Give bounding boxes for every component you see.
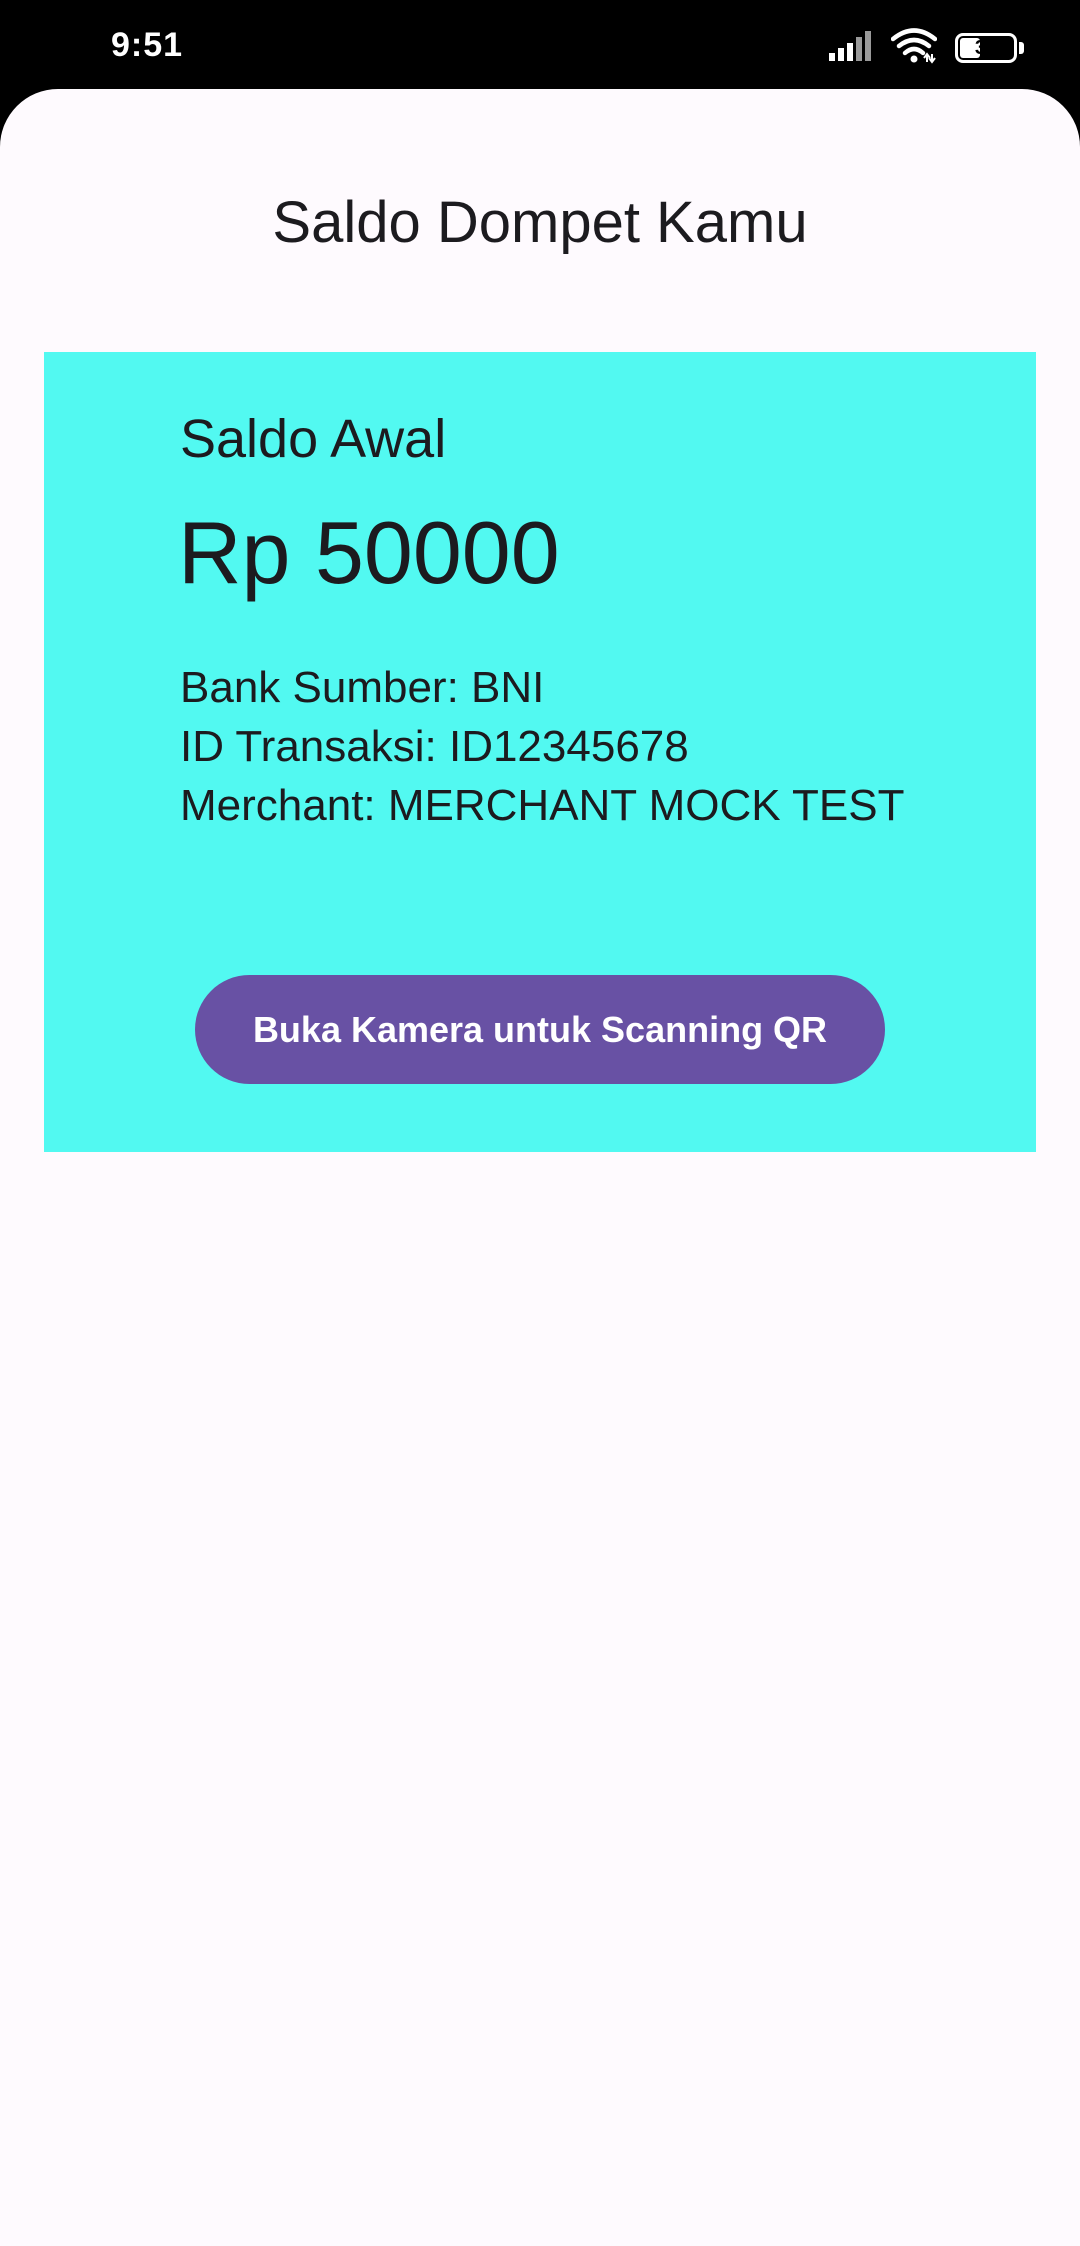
- balance-label: Saldo Awal: [180, 409, 447, 469]
- balance-amount: Rp 50000: [178, 503, 560, 602]
- app-surface: Saldo Dompet Kamu Saldo Awal Rp 50000 Ba…: [0, 89, 1080, 2246]
- bank-source: Bank Sumber: BNI: [180, 663, 545, 712]
- status-icons: 39: [829, 27, 1024, 69]
- page-title: Saldo Dompet Kamu: [272, 190, 808, 255]
- status-time: 9:51: [111, 26, 184, 64]
- merchant: Merchant: MERCHANT MOCK TEST: [180, 781, 905, 830]
- battery-icon: 39: [955, 33, 1017, 63]
- scan-qr-button[interactable]: Buka Kamera untuk Scanning QR: [195, 975, 885, 1084]
- wifi-icon: [890, 27, 938, 69]
- transaction-id: ID Transaksi: ID12345678: [180, 722, 689, 771]
- status-bar: 9:51 39: [0, 0, 1080, 100]
- signal-icon: [829, 30, 873, 66]
- battery-level: 39: [974, 36, 998, 59]
- battery-nub: [1019, 42, 1024, 54]
- wallet-card: Saldo Awal Rp 50000 Bank Sumber: BNI ID …: [44, 352, 1036, 1152]
- transaction-details: Bank Sumber: BNI ID Transaksi: ID1234567…: [180, 658, 905, 835]
